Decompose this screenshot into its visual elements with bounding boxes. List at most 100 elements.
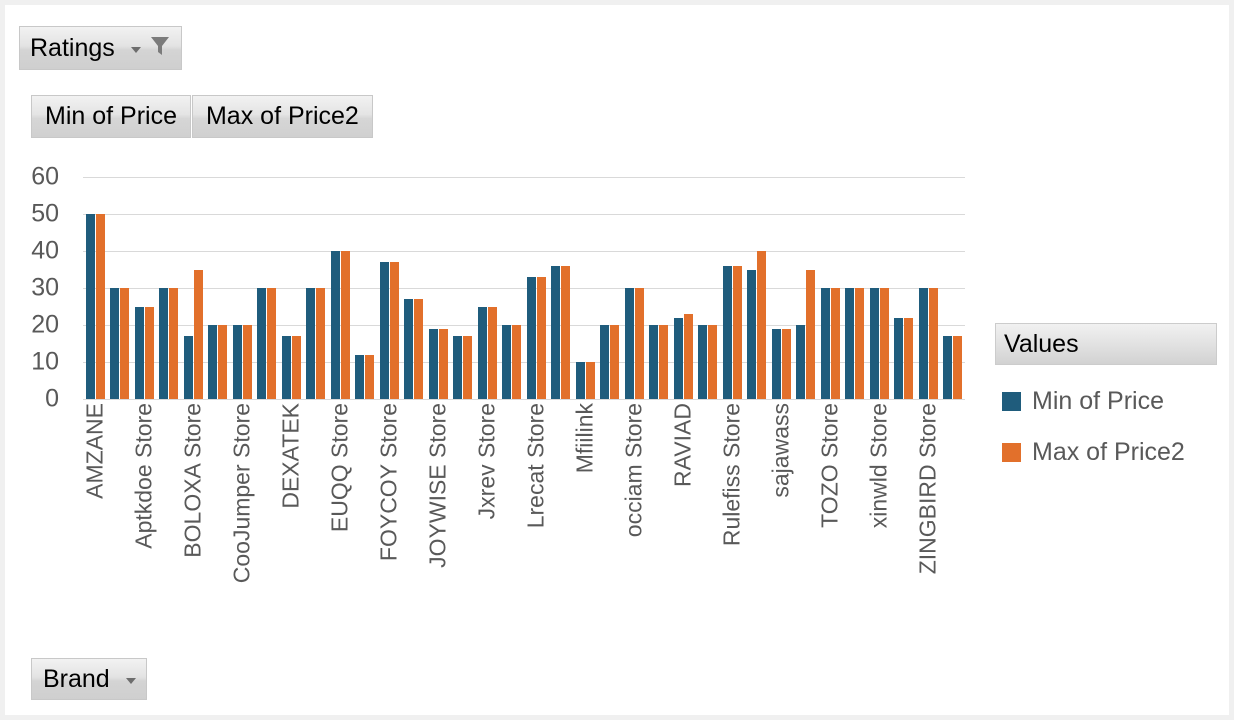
bar[interactable] xyxy=(134,306,144,399)
bar[interactable] xyxy=(404,299,414,399)
gridline xyxy=(83,399,965,400)
bar[interactable] xyxy=(120,288,130,399)
x-axis-labels: AMZANE Aptkdoe Store BOLOXA Store CooJumper… xyxy=(82,403,965,623)
bar[interactable] xyxy=(365,354,375,399)
bar[interactable] xyxy=(673,317,683,399)
bar[interactable] xyxy=(428,328,438,399)
y-axis-tick-label: 50 xyxy=(31,199,59,228)
bar[interactable] xyxy=(526,276,536,399)
bar[interactable] xyxy=(95,214,105,399)
field-button-max-of-price2[interactable]: Max of Price2 xyxy=(191,95,373,138)
bar[interactable] xyxy=(610,325,620,399)
bar[interactable] xyxy=(943,336,953,399)
bar[interactable] xyxy=(110,288,120,399)
bar[interactable] xyxy=(634,288,644,399)
bar[interactable] xyxy=(242,325,252,399)
legend-item-label: Min of Price xyxy=(1032,387,1164,415)
bar[interactable] xyxy=(747,269,757,399)
bar-group xyxy=(647,177,672,399)
bar[interactable] xyxy=(316,288,326,399)
bar[interactable] xyxy=(487,306,497,399)
bar-chart: 0 10 20 30 40 50 60 AMZANE Aptkdoe Store BOLOXA … xyxy=(5,155,985,635)
legend-item-max-of-price2[interactable]: Max of Price2 xyxy=(995,438,1217,467)
bar-group xyxy=(843,177,868,399)
bar[interactable] xyxy=(159,288,169,399)
bar-group xyxy=(867,177,892,399)
bar[interactable] xyxy=(438,328,448,399)
chevron-down-icon[interactable] xyxy=(125,678,136,684)
funnel-icon[interactable] xyxy=(147,33,173,64)
bar-group xyxy=(916,177,941,399)
bar[interactable] xyxy=(879,288,889,399)
bar[interactable] xyxy=(649,325,659,399)
bar[interactable] xyxy=(232,325,242,399)
bar[interactable] xyxy=(340,251,350,399)
bar[interactable] xyxy=(698,325,708,399)
bar[interactable] xyxy=(953,336,963,399)
bar[interactable] xyxy=(463,336,473,399)
bar[interactable] xyxy=(267,288,277,399)
bar[interactable] xyxy=(575,362,585,399)
bar[interactable] xyxy=(855,288,865,399)
bar[interactable] xyxy=(600,325,610,399)
bar[interactable] xyxy=(830,288,840,399)
bar[interactable] xyxy=(781,328,791,399)
bar[interactable] xyxy=(732,265,742,399)
bar[interactable] xyxy=(904,317,914,399)
bar[interactable] xyxy=(722,265,732,399)
bar[interactable] xyxy=(624,288,634,399)
x-axis-label-slot: Jxrev Store xyxy=(474,403,500,623)
bar[interactable] xyxy=(414,299,424,399)
bar[interactable] xyxy=(894,317,904,399)
ratings-filter-label: Ratings xyxy=(30,33,115,62)
bar[interactable] xyxy=(389,262,399,399)
legend-item-min-of-price[interactable]: Min of Price xyxy=(995,387,1217,416)
bar[interactable] xyxy=(796,325,806,399)
bar[interactable] xyxy=(757,251,767,399)
bar[interactable] xyxy=(330,251,340,399)
x-axis-label-slot xyxy=(647,403,672,623)
bar[interactable] xyxy=(551,265,561,399)
bar[interactable] xyxy=(512,325,522,399)
bar[interactable] xyxy=(502,325,512,399)
bar[interactable] xyxy=(379,262,389,399)
x-axis-label-slot: xinwld Store xyxy=(866,403,892,623)
ratings-filter-button[interactable]: Ratings xyxy=(19,26,182,70)
bar[interactable] xyxy=(928,288,938,399)
bar-group xyxy=(108,177,133,399)
bar[interactable] xyxy=(85,214,95,399)
bar[interactable] xyxy=(193,269,203,399)
bar[interactable] xyxy=(355,354,365,399)
bar[interactable] xyxy=(683,313,693,399)
bar[interactable] xyxy=(208,325,218,399)
x-axis-label-slot: FOYCOY Store xyxy=(376,403,402,623)
bar[interactable] xyxy=(169,288,179,399)
bar[interactable] xyxy=(806,269,816,399)
bar[interactable] xyxy=(585,362,595,399)
bar[interactable] xyxy=(144,306,154,399)
legend-title-button[interactable]: Values xyxy=(995,323,1217,365)
bar[interactable] xyxy=(708,325,718,399)
bar-group xyxy=(573,177,598,399)
bar[interactable] xyxy=(659,325,669,399)
bar[interactable] xyxy=(820,288,830,399)
bar[interactable] xyxy=(291,336,301,399)
bar[interactable] xyxy=(536,276,546,399)
bar[interactable] xyxy=(561,265,571,399)
bar[interactable] xyxy=(306,288,316,399)
bar[interactable] xyxy=(477,306,487,399)
field-button-min-of-price[interactable]: Min of Price xyxy=(31,95,191,138)
bar[interactable] xyxy=(453,336,463,399)
bar[interactable] xyxy=(281,336,291,399)
brand-field-button[interactable]: Brand xyxy=(31,658,147,700)
chevron-down-icon[interactable] xyxy=(130,47,141,53)
bar[interactable] xyxy=(771,328,781,399)
bar[interactable] xyxy=(218,325,228,399)
bar[interactable] xyxy=(257,288,267,399)
bar[interactable] xyxy=(845,288,855,399)
bar[interactable] xyxy=(918,288,928,399)
x-axis-label-slot: EUQQ Store xyxy=(327,403,353,623)
bar[interactable] xyxy=(869,288,879,399)
bar[interactable] xyxy=(183,336,193,399)
x-axis-tick-label: Mfiilink xyxy=(571,403,598,474)
